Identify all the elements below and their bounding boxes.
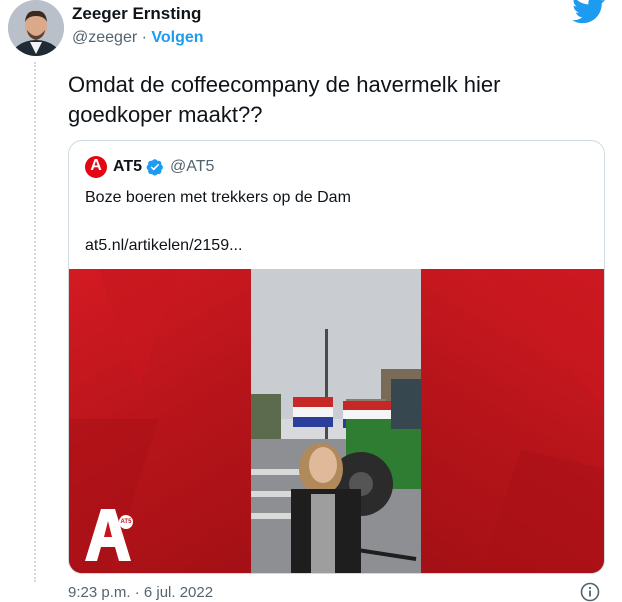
at5-logo-letter: A bbox=[90, 157, 102, 174]
avatar-photo bbox=[8, 0, 64, 56]
media-right-panel bbox=[421, 269, 604, 573]
at5-logo[interactable]: A bbox=[85, 156, 107, 178]
quoted-author-name[interactable]: AT5 bbox=[113, 158, 142, 176]
quoted-tweet-link[interactable]: at5.nl/artikelen/2159... bbox=[85, 237, 242, 255]
thread-connector bbox=[34, 62, 36, 582]
author-handle-line: @zeeger · Volgen bbox=[72, 29, 204, 47]
quoted-tweet-text: Boze boeren met trekkers op de Dam bbox=[85, 189, 351, 206]
author-name[interactable]: Zeeger Ernsting bbox=[72, 4, 201, 24]
video-media[interactable]: AT5 bbox=[69, 269, 604, 573]
media-left-panel: AT5 bbox=[69, 269, 251, 573]
twitter-bird-icon[interactable] bbox=[572, 0, 606, 24]
quoted-author-handle[interactable]: @AT5 bbox=[170, 158, 214, 176]
media-badge: AT5 bbox=[119, 515, 133, 529]
quoted-tweet-card[interactable]: A AT5 @AT5 Boze boeren met trekkers op d… bbox=[68, 140, 605, 574]
video-frame bbox=[251, 269, 421, 573]
verified-badge-icon bbox=[146, 159, 163, 176]
separator-dot: · bbox=[141, 29, 147, 46]
quoted-tweet-header: A AT5 @AT5 bbox=[85, 155, 214, 179]
info-icon[interactable] bbox=[580, 582, 600, 602]
tweet-text: Omdat de coffeecompany de havermelk hier… bbox=[68, 72, 501, 127]
tweet-timestamp[interactable]: 9:23 p.m. · 6 jul. 2022 bbox=[68, 584, 213, 601]
author-handle[interactable]: @zeeger bbox=[72, 29, 137, 46]
author-avatar[interactable] bbox=[8, 0, 64, 56]
media-decoration-right bbox=[481, 269, 604, 573]
follow-button[interactable]: Volgen bbox=[151, 29, 203, 46]
